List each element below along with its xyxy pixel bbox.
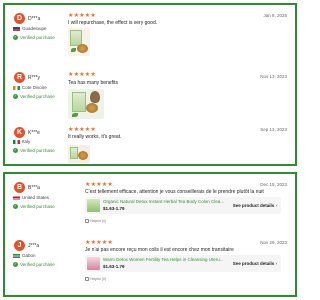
review-date: Nov 13, 2023 (260, 74, 287, 79)
review-text: Je n'ai pas encore reçu mon colis il est… (85, 247, 234, 253)
avatar: B (14, 182, 25, 193)
flag-icon (13, 195, 20, 200)
star-rating: ★★★★★ (85, 182, 113, 188)
reviewer-name: R***y (28, 75, 40, 81)
review-text: C'est tellement efficace, attention je v… (85, 189, 264, 195)
avatar: K (14, 127, 25, 138)
product-card[interactable]: Warm Detox Women Fertility Tea Helps in … (85, 255, 281, 272)
thumbs-up-icon (85, 219, 89, 224)
verified-badge: ✓ Verified purchase (13, 94, 55, 100)
star-rating: ★★★★★ (68, 72, 96, 78)
star-rating: ★★★★★ (85, 240, 113, 246)
product-card[interactable]: Organic Natural Detox Instant Herbal Tea… (85, 197, 281, 214)
avatar: D (14, 13, 25, 24)
review-date: Nov 29, 2023 (260, 240, 287, 245)
star-rating: ★★★★★ (68, 127, 96, 133)
check-circle-icon: ✓ (13, 148, 18, 154)
flag-icon (13, 26, 20, 31)
review-item: B B***a United States ✓ Verified purchase… (5, 178, 295, 234)
product-thumbnail (87, 199, 100, 212)
verified-badge: ✓ Verified purchase (13, 35, 55, 41)
flag-icon (13, 139, 20, 144)
product-price: $1.63-1.79 (103, 206, 125, 211)
see-product-details-link[interactable]: See product details › (233, 261, 277, 266)
verified-badge: ✓ Verified purchase (13, 204, 55, 210)
helpful-button[interactable]: Helpful (0) (85, 219, 106, 224)
check-circle-icon: ✓ (13, 35, 18, 41)
review-date: Jan 8, 2025 (263, 13, 287, 18)
reviewer-name: J***a (28, 243, 40, 249)
review-item: D D***a Guadeloupe ✓ Verified purchase ★★… (5, 11, 295, 63)
product-title[interactable]: Organic Natural Detox Instant Herbal Tea… (103, 199, 231, 204)
chevron-right-icon: › (275, 203, 278, 208)
verified-badge: ✓ Verified purchase (13, 148, 55, 154)
reviewer-name: D***a (28, 16, 41, 22)
review-text: I will repurchase, the effect is very go… (68, 20, 158, 26)
review-date: Sep 13, 2023 (260, 127, 287, 132)
reviewer-country: Italy (13, 139, 30, 144)
reviewer-name: B***a (28, 185, 40, 191)
review-photo[interactable] (68, 89, 104, 119)
avatar: J (14, 240, 25, 251)
product-title[interactable]: Warm Detox Women Fertility Tea Helps in … (103, 257, 231, 262)
reviewer-country: Guadeloupe (13, 26, 47, 31)
review-date: Dec 15, 2023 (260, 182, 287, 187)
check-circle-icon: ✓ (13, 262, 18, 268)
reviewer-country: Gabon (13, 253, 36, 258)
helpful-button[interactable]: Helpful (0) (85, 277, 106, 282)
review-item: R R***y Cote Divoire ✓ Verified purchase … (5, 68, 295, 122)
reviews-panel-top: D D***a Guadeloupe ✓ Verified purchase ★★… (3, 3, 297, 166)
reviews-panel-bottom: B B***a United States ✓ Verified purchase… (3, 172, 297, 297)
star-rating: ★★★★★ (68, 13, 96, 19)
thumbs-up-icon (85, 277, 89, 282)
flag-icon (13, 85, 20, 90)
product-price: $1.63-1.79 (103, 264, 125, 269)
check-circle-icon: ✓ (13, 94, 18, 100)
review-photo[interactable] (68, 28, 90, 56)
chevron-right-icon: › (275, 261, 278, 266)
review-item: K K***e Italy ✓ Verified purchase ★★★★★ S… (5, 125, 295, 165)
review-item: J J***a Gabon ✓ Verified purchase ★★★★★ N… (5, 236, 295, 294)
verified-badge: ✓ Verified purchase (13, 262, 55, 268)
check-circle-icon: ✓ (13, 204, 18, 210)
reviewer-country: United States (13, 195, 49, 200)
avatar: R (14, 72, 25, 83)
flag-icon (13, 253, 20, 258)
product-thumbnail (87, 257, 100, 270)
review-text: It really works, it's great. (68, 134, 122, 140)
review-photo[interactable] (68, 145, 90, 163)
see-product-details-link[interactable]: See product details › (233, 203, 277, 208)
reviewer-country: Cote Divoire (13, 85, 47, 90)
reviewer-name: K***e (28, 130, 40, 136)
review-text: Tea has many benefits (68, 80, 119, 86)
